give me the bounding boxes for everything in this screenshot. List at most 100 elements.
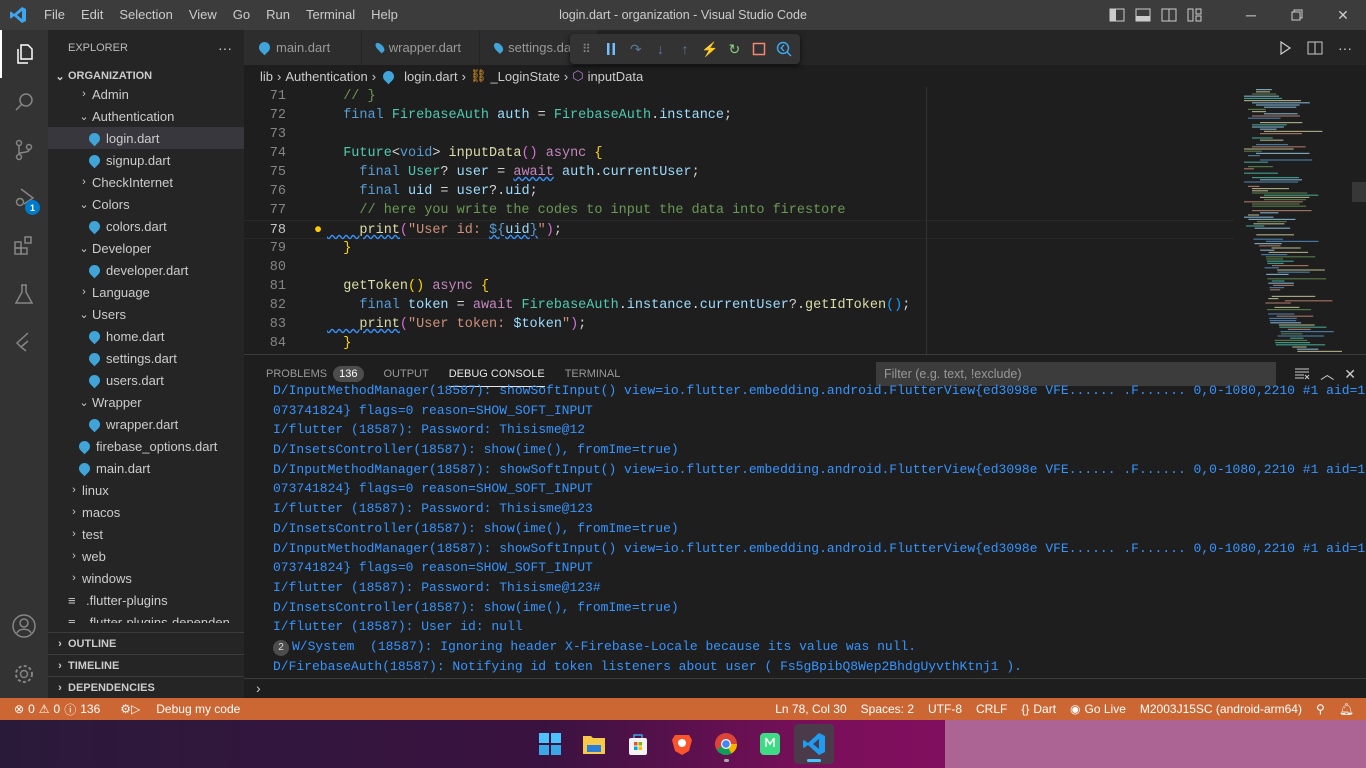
tree-item[interactable]: ≡ .flutter-plugins: [48, 589, 244, 611]
pause-button[interactable]: [601, 38, 622, 60]
settings-gear-icon[interactable]: [0, 650, 48, 698]
notifications-bell-icon[interactable]: 🔔︎: [1332, 702, 1366, 716]
tab-wrapper-dart[interactable]: wrapper.dart: [362, 30, 480, 65]
breadcrumb-authentication[interactable]: Authentication: [285, 69, 367, 84]
tree-item[interactable]: › macos: [48, 501, 244, 523]
encoding[interactable]: UTF-8: [921, 702, 969, 716]
minimap[interactable]: [1234, 87, 1354, 354]
dependencies-section[interactable]: › DEPENDENCIES: [48, 676, 244, 698]
tree-item[interactable]: settings.dart: [48, 347, 244, 369]
tree-item[interactable]: home.dart: [48, 325, 244, 347]
breadcrumb-class[interactable]: _LoginState: [490, 69, 559, 84]
menu-help[interactable]: Help: [363, 0, 406, 30]
debug-status[interactable]: ⚙▷ Debug my code: [113, 702, 247, 716]
cursor-position[interactable]: Ln 78, Col 30: [768, 702, 853, 716]
run-file-icon[interactable]: [1272, 33, 1298, 63]
search-icon[interactable]: [0, 78, 48, 126]
tree-item[interactable]: › CheckInternet: [48, 171, 244, 193]
outline-section[interactable]: › OUTLINE: [48, 632, 244, 654]
menu-file[interactable]: File: [36, 0, 73, 30]
tree-item[interactable]: ⌄ Users: [48, 303, 244, 325]
restore-button[interactable]: [1274, 0, 1320, 30]
indentation[interactable]: Spaces: 2: [854, 702, 921, 716]
breadcrumb-file[interactable]: login.dart: [404, 69, 457, 84]
explorer-more-button[interactable]: ···: [218, 40, 232, 56]
menu-view[interactable]: View: [181, 0, 225, 30]
tree-item[interactable]: signup.dart: [48, 149, 244, 171]
flutter-icon[interactable]: [0, 318, 48, 366]
clear-console-icon[interactable]: [1294, 366, 1310, 383]
split-editor-icon[interactable]: [1302, 33, 1328, 63]
timeline-section[interactable]: › TIMELINE: [48, 654, 244, 676]
tree-item[interactable]: login.dart: [48, 127, 244, 149]
tree-item[interactable]: ⌄ Wrapper: [48, 391, 244, 413]
stop-button[interactable]: [749, 38, 770, 60]
restart-button[interactable]: ↻: [724, 38, 745, 60]
console-input[interactable]: ›: [244, 678, 1366, 698]
source-control-icon[interactable]: [0, 126, 48, 174]
file-explorer-icon[interactable]: [574, 724, 614, 764]
toggle-secondary-sidebar-icon[interactable]: [1156, 0, 1182, 30]
breadcrumb-method[interactable]: inputData: [588, 69, 644, 84]
lightbulb-icon[interactable]: ●: [314, 223, 322, 238]
run-debug-icon[interactable]: 1: [0, 174, 48, 222]
tree-item[interactable]: › web: [48, 545, 244, 567]
tree-item[interactable]: ≡ .flutter-plugins-dependen: [48, 611, 244, 624]
problems-status[interactable]: ⊗ 0 ⚠ 0 ⓘ 136: [0, 701, 107, 718]
go-live-button[interactable]: ◉ Go Live: [1063, 702, 1133, 716]
menu-go[interactable]: Go: [225, 0, 258, 30]
toggle-sidebar-icon[interactable]: [1104, 0, 1130, 30]
feedback-icon[interactable]: ⚲: [1309, 702, 1332, 716]
minimap-line: [1268, 251, 1309, 253]
vscode-taskbar-icon[interactable]: [794, 724, 834, 764]
testing-icon[interactable]: [0, 270, 48, 318]
accounts-icon[interactable]: [0, 602, 48, 650]
explorer-icon[interactable]: [0, 30, 48, 78]
console-line: I/flutter (18587): Password: Thisisme@12: [273, 422, 586, 438]
menu-selection[interactable]: Selection: [111, 0, 180, 30]
step-over-button[interactable]: ↷: [625, 38, 646, 60]
flutter-inspector-button[interactable]: [773, 38, 794, 60]
tree-item[interactable]: › windows: [48, 567, 244, 589]
tree-item[interactable]: ⌄ Colors: [48, 193, 244, 215]
minimize-button[interactable]: ─: [1228, 0, 1274, 30]
chrome-browser-icon[interactable]: [706, 724, 746, 764]
chevron-right-icon: ›: [72, 528, 76, 540]
tree-item[interactable]: colors.dart: [48, 215, 244, 237]
more-actions-icon[interactable]: ···: [1332, 33, 1358, 63]
code-editor[interactable]: 71 // } 72 final FirebaseAuth auth = Fire…: [244, 87, 1234, 354]
editor-scrollbar[interactable]: [1352, 87, 1366, 354]
tree-item[interactable]: › Language: [48, 281, 244, 303]
hot-reload-button[interactable]: ⚡: [699, 38, 720, 60]
tree-item[interactable]: ⌄ Developer: [48, 237, 244, 259]
menu-terminal[interactable]: Terminal: [298, 0, 363, 30]
toggle-panel-icon[interactable]: [1130, 0, 1156, 30]
tree-item[interactable]: users.dart: [48, 369, 244, 391]
tree-item[interactable]: main.dart: [48, 457, 244, 479]
step-out-button[interactable]: ↑: [675, 38, 696, 60]
tree-item[interactable]: developer.dart: [48, 259, 244, 281]
brave-browser-icon[interactable]: [662, 724, 702, 764]
close-panel-icon[interactable]: ✕: [1344, 366, 1356, 383]
tree-item[interactable]: ⌄ Authentication: [48, 105, 244, 127]
tree-item[interactable]: › linux: [48, 479, 244, 501]
step-into-button[interactable]: ↓: [650, 38, 671, 60]
start-button-icon[interactable]: [530, 724, 570, 764]
tree-item[interactable]: wrapper.dart: [48, 413, 244, 435]
drag-handle-icon[interactable]: ⠿: [576, 38, 597, 60]
breadcrumb-lib[interactable]: lib: [260, 69, 273, 84]
tab-main-dart[interactable]: main.dart: [244, 30, 362, 65]
end-of-line[interactable]: CRLF: [969, 702, 1014, 716]
tree-item[interactable]: › test: [48, 523, 244, 545]
customize-layout-icon[interactable]: [1182, 0, 1208, 30]
extensions-icon[interactable]: [0, 222, 48, 270]
tree-item[interactable]: › Admin: [48, 83, 244, 105]
tree-item[interactable]: firebase_options.dart: [48, 435, 244, 457]
menu-edit[interactable]: Edit: [73, 0, 111, 30]
language-mode[interactable]: {} Dart: [1014, 702, 1063, 716]
close-window-button[interactable]: ✕: [1320, 0, 1366, 30]
microsoft-store-icon[interactable]: [618, 724, 658, 764]
menu-run[interactable]: Run: [258, 0, 298, 30]
device-selector[interactable]: M2003J15SC (android-arm64): [1133, 702, 1309, 716]
android-app-icon[interactable]: [750, 724, 790, 764]
